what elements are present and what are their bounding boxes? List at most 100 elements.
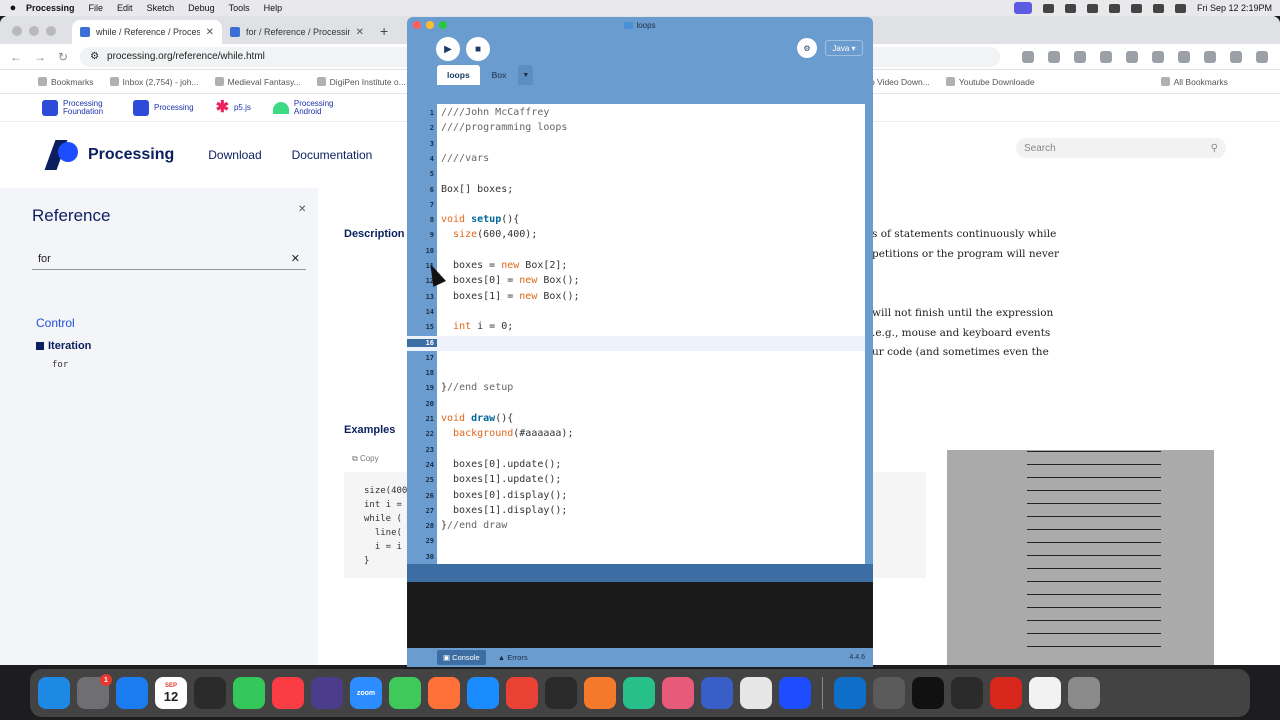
app-store-icon[interactable] [116,677,148,709]
code-line[interactable]: 17 [407,351,865,366]
processing-brand[interactable]: Processing [44,138,174,172]
bookmark-item[interactable]: DigiPen Institute o... [316,77,406,87]
close-sidebar-icon[interactable]: ✕ [298,204,306,215]
p5js-link[interactable]: ✱ p5.js [216,99,251,115]
status-icon[interactable] [1064,3,1076,13]
editor-scrollbar[interactable] [865,104,873,564]
firefox-icon[interactable] [428,677,460,709]
run-button[interactable]: ▶ [436,37,460,61]
code-line[interactable]: 13 boxes[1] = new Box(); [407,290,865,305]
reference-filter-input[interactable]: for ✕ [32,248,306,270]
code-line[interactable]: 24 boxes[0].update(); [407,458,865,473]
trash-icon[interactable] [1068,677,1100,709]
nav-download[interactable]: Download [208,148,261,162]
debugger-button[interactable]: ⚙ [797,38,817,58]
s-icon[interactable] [662,677,694,709]
code-line[interactable]: 11 boxes = new Box[2]; [407,259,865,274]
code-line[interactable]: 3 [407,137,865,152]
code-line[interactable]: 22 background(#aaaaaa); [407,427,865,442]
search-icon[interactable] [1130,3,1142,13]
sidebar-group-iteration[interactable]: Iteration [36,340,91,352]
code-line[interactable]: 4 ////vars [407,152,865,167]
calculator-icon[interactable] [873,677,905,709]
new-tab-icon[interactable]: + [380,20,388,44]
finder-icon[interactable] [38,677,70,709]
extension-icon[interactable] [1022,50,1035,63]
extension-icon[interactable] [1074,50,1087,63]
bbedit-icon[interactable] [311,677,343,709]
nav-documentation[interactable]: Documentation [292,148,373,162]
mode-selector[interactable]: Java ▾ [825,40,863,56]
code-line[interactable]: 2 ////programming loops [407,121,865,136]
messages-icon[interactable] [233,677,265,709]
document-icon[interactable] [1029,677,1061,709]
close-tab-icon[interactable]: ✕ [206,27,214,38]
code-line[interactable]: 9 size(600,400); [407,228,865,243]
processing-icon[interactable] [779,677,811,709]
android-link[interactable]: Processing Android [272,99,340,116]
tab-loops[interactable]: loops [437,65,480,85]
tab-box[interactable]: Box [482,65,517,85]
code-line[interactable]: 16 [407,335,865,351]
calendar-icon[interactable]: SEP 12 [155,677,187,709]
code-line[interactable]: 26 boxes[0].display(); [407,489,865,504]
numbers-icon[interactable] [389,677,421,709]
apple-icon[interactable]: ● [0,2,26,14]
errors-tab[interactable]: ▲ Errors [492,650,534,665]
stop-button[interactable]: ■ [466,37,490,61]
wifi-icon[interactable] [1108,3,1120,13]
code-line[interactable]: 20 [407,397,865,412]
tab-menu-chevron-icon[interactable]: ▼ [518,65,534,85]
chrome-icon[interactable] [506,677,538,709]
all-bookmarks[interactable]: All Bookmarks [1160,77,1228,87]
xd-pen-icon-2[interactable] [951,677,983,709]
screen-record-icon[interactable] [1013,2,1032,14]
extension-icon[interactable] [1178,50,1191,63]
code-line[interactable]: 30 [407,550,865,565]
code-line[interactable]: 29 [407,534,865,549]
reload-icon[interactable]: ↻ [58,50,68,64]
menu-tools[interactable]: Tools [229,3,250,13]
code-line[interactable]: 10 [407,244,865,259]
code-line[interactable]: 14 [407,305,865,320]
search-icon[interactable]: ⚲ [1211,143,1218,154]
menu-app-name[interactable]: Processing [26,3,75,13]
browser-tab-for[interactable]: for / Reference / Processing.o ✕ [222,20,372,44]
control-center-icon[interactable] [1152,3,1164,13]
code-editor[interactable]: 1 ////John McCaffrey 2 ////programming loop… [407,104,873,564]
minimize-window-icon[interactable] [426,21,434,29]
sidebar-section-control[interactable]: Control [36,316,75,330]
browser-tab-while[interactable]: while / Reference / Processing.o ✕ [72,20,222,44]
terminal-icon[interactable] [912,677,944,709]
forward-icon[interactable]: → [34,50,46,64]
code-line[interactable]: 23 [407,443,865,458]
close-tab-icon[interactable]: ✕ [356,27,364,38]
code-line[interactable]: 1 ////John McCaffrey [407,106,865,121]
extension-icon[interactable] [1100,50,1113,63]
code-line[interactable]: 15 int i = 0; [407,320,865,335]
clear-filter-icon[interactable]: ✕ [291,252,300,265]
extension-icon[interactable] [1256,50,1269,63]
extension-icon[interactable] [1152,50,1165,63]
blender-icon[interactable] [584,677,616,709]
code-line[interactable]: 18 [407,366,865,381]
menu-help[interactable]: Help [264,3,283,13]
menu-clock[interactable]: Fri Sep 12 2:19PM [1197,3,1272,13]
code-line[interactable]: 8 void setup(){ [407,213,865,228]
settings-icon[interactable]: 1 [77,674,112,709]
site-info-icon[interactable]: ⚙ [90,51,99,62]
davinci-icon[interactable] [545,677,577,709]
site-search-input[interactable]: Search ⚲ [1016,138,1226,158]
extension-icon[interactable] [1204,50,1217,63]
vscode-icon[interactable] [834,677,866,709]
safari-icon[interactable] [467,677,499,709]
h-icon[interactable] [623,677,655,709]
processing-link[interactable]: Processing [133,99,194,116]
code-line[interactable]: 6 Box[] boxes; [407,183,865,198]
bookmark-item[interactable]: Bookmarks [38,77,94,87]
battery-icon[interactable] [1086,3,1098,13]
files-icon[interactable] [701,677,733,709]
bookmark-item[interactable]: Medieval Fantasy... [214,77,301,87]
bookmark-item[interactable]: Youtube Downloade [945,77,1035,87]
code-line[interactable]: 25 boxes[1].update(); [407,473,865,488]
